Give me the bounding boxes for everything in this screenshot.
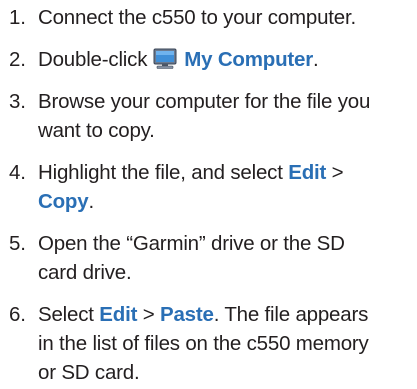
- step-text-line-1: Highlight the file, and select Edit >: [38, 158, 344, 187]
- step-text-prefix: Double-click: [38, 48, 148, 71]
- step-text-line-1: Select Edit > Paste. The file appears: [38, 300, 368, 329]
- step-number: 1.: [9, 6, 26, 29]
- step-text-line-2: in the list of files on the c550 memory: [38, 332, 369, 355]
- step-text-line-2: card drive.: [38, 261, 132, 284]
- step-text-line-3: or SD card.: [38, 361, 140, 384]
- step-text-line-2: Copy.: [38, 187, 94, 216]
- step-text-line-1: Open the “Garmin” drive or the SD: [38, 232, 345, 255]
- menu-separator: >: [142, 303, 155, 326]
- step-number: 6.: [9, 303, 26, 326]
- step-text: Double-click My Computer.: [38, 45, 319, 74]
- edit-menu-label: Edit: [288, 161, 327, 184]
- copy-menu-label: Copy: [38, 190, 89, 213]
- edit-menu-label: Edit: [99, 303, 138, 326]
- paste-menu-label: Paste: [159, 303, 214, 326]
- step-text-suffix: .: [88, 190, 94, 213]
- step-number: 4.: [9, 161, 26, 184]
- my-computer-label: My Computer: [184, 48, 314, 71]
- instruction-list: 1. Connect the c550 to your computer. 2.…: [0, 0, 417, 389]
- menu-separator: >: [331, 161, 344, 184]
- step-text-prefix: Highlight the file, and select: [38, 161, 283, 184]
- step-text: Connect the c550 to your computer.: [38, 6, 356, 29]
- step-number: 5.: [9, 232, 26, 255]
- step-number: 2.: [9, 48, 26, 71]
- my-computer-icon: [153, 48, 177, 69]
- step-text-suffix: .: [313, 48, 319, 71]
- step-text-suffix: . The file appears: [213, 303, 369, 326]
- step-text-line-2: want to copy.: [38, 119, 155, 142]
- step-number: 3.: [9, 90, 26, 113]
- step-text-line-1: Browse your computer for the file you: [38, 90, 371, 113]
- step-text-prefix: Select: [38, 303, 94, 326]
